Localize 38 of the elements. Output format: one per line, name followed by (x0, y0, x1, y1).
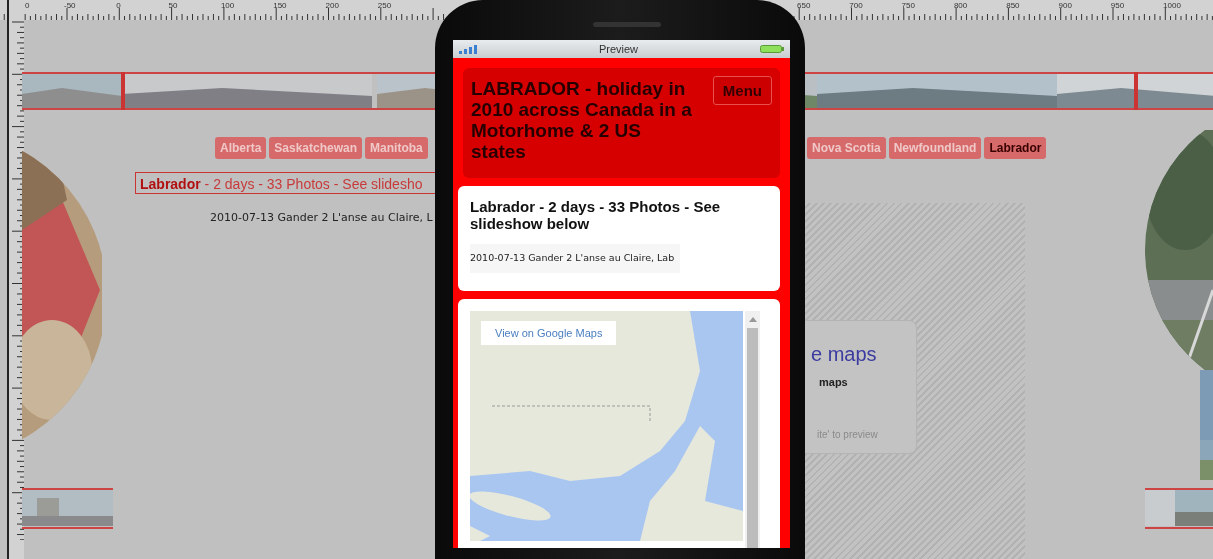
ruler-label: -50 (64, 1, 76, 10)
speaker-slot (593, 22, 661, 27)
scroll-thumb[interactable] (747, 328, 758, 548)
nav-tab[interactable]: Saskatchewan (269, 137, 363, 159)
ruler-label: 750 (901, 1, 915, 10)
ruler-label: 150 (273, 1, 287, 10)
ruler-label: 0 (25, 1, 30, 10)
ruler-label: 900 (1058, 1, 1072, 10)
ruler-label: 700 (849, 1, 863, 10)
ruler-label: 100 (220, 1, 235, 10)
photo-caption: 2010-07-13 Gander 2 L'anse au Claire, L (210, 211, 433, 224)
nav-tab[interactable]: Newfoundland (888, 137, 982, 159)
ruler-label: 50 (168, 1, 178, 10)
ruler-label: 200 (325, 1, 339, 10)
ruler-label: 0 (116, 1, 121, 10)
scroll-up-icon[interactable] (748, 317, 757, 322)
intro-heading: Labrador - 2 days - 33 Photos - See slideshow below (470, 198, 722, 232)
site-title: LABRADOR - holiday in 2010 across Canada in a Motorhome & 2 US states (471, 78, 693, 162)
battery-icon (760, 45, 784, 53)
maps-subtitle: maps (819, 376, 848, 388)
ruler-label: 800 (953, 1, 968, 10)
nav-tab[interactable]: Manitoba (365, 137, 428, 159)
preview-title: Preview (598, 43, 639, 55)
scrollbar[interactable] (745, 311, 760, 548)
signal-icon (459, 44, 477, 54)
photo-caption: 2010-07-13 Gander 2 L'anse au Claire, Lab (470, 244, 681, 273)
ruler-label: 650 (797, 1, 811, 10)
view-on-maps-button[interactable]: View on Google Maps (481, 321, 617, 345)
ruler-label: 950 (1110, 1, 1125, 10)
nav-tab[interactable]: Alberta (215, 137, 267, 159)
ruler-label: 250 (377, 1, 392, 10)
nav-tab[interactable]: Nova Scotia (807, 137, 886, 159)
menu-button[interactable]: Menu (712, 76, 772, 105)
ruler-label: 850 (1006, 1, 1020, 10)
preview-hint: ite' to preview (817, 429, 878, 440)
maps-title: e maps (811, 343, 877, 366)
ruler-label: 1000 (1163, 1, 1181, 10)
nav-tab[interactable]: Labrador (984, 137, 1047, 159)
